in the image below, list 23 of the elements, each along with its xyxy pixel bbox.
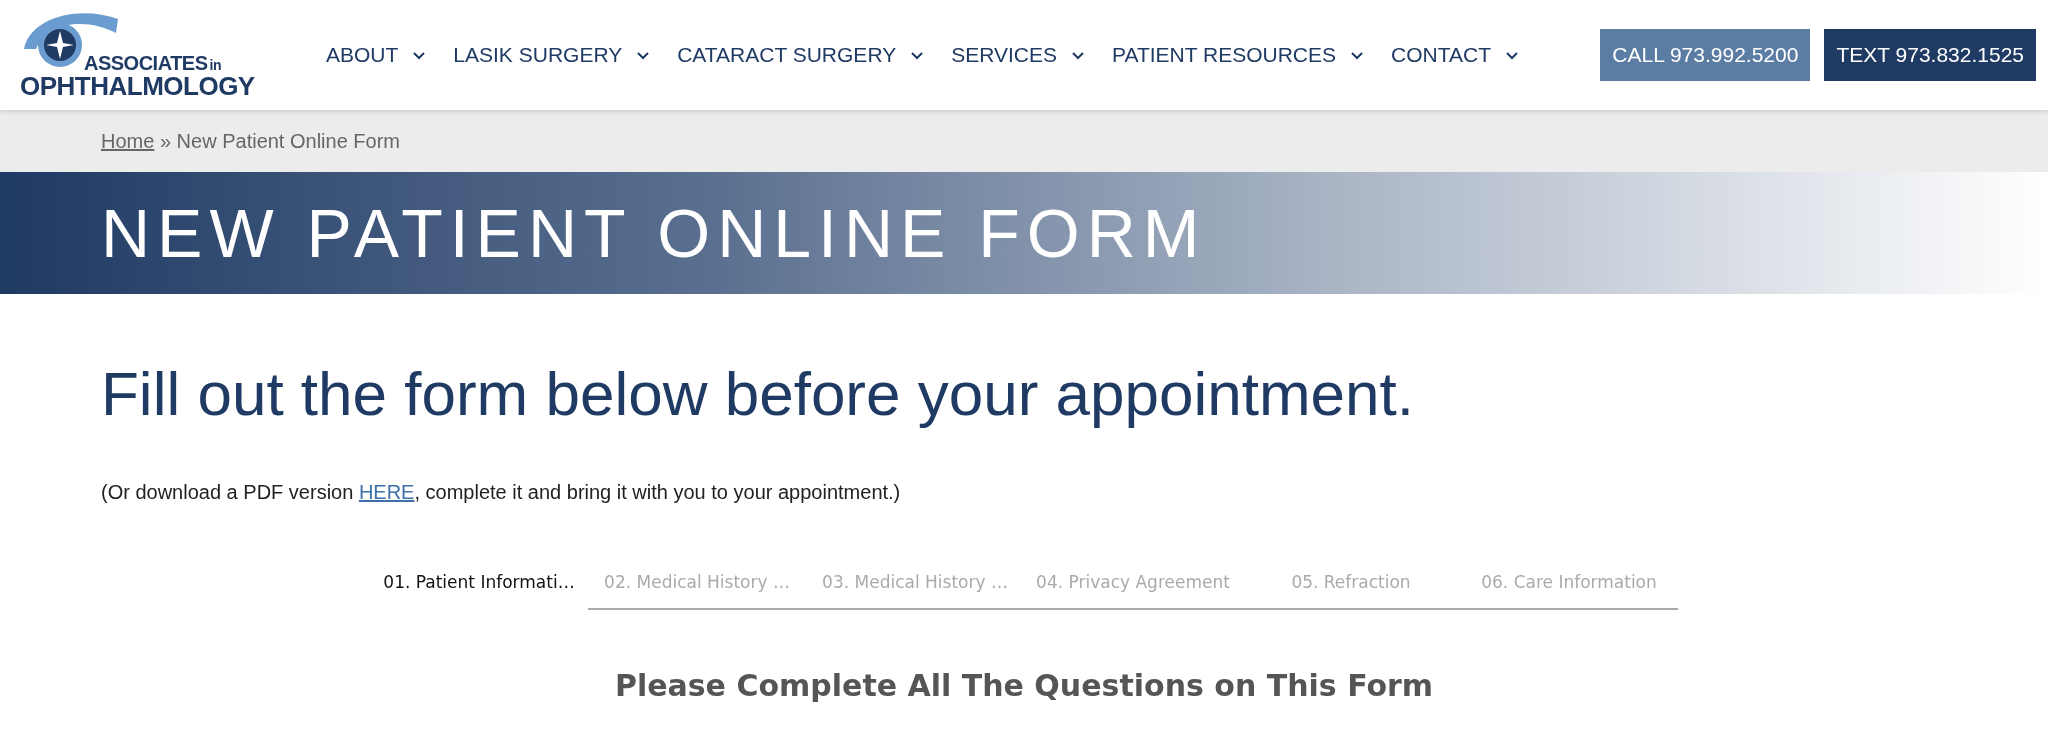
- caret-icon: [1071, 50, 1085, 60]
- caret-icon: [910, 50, 925, 60]
- breadcrumb-link[interactable]: Home: [101, 129, 155, 152]
- nav-link[interactable]: CONTACT: [1391, 43, 1519, 67]
- heading: Fill out the form below before your appointment.: [101, 358, 1416, 429]
- intro-text: (Or download a PDF version HERE, complete it and bring it with you to your appointment.): [101, 481, 902, 504]
- caret-icon: [1350, 50, 1365, 60]
- caret-icon: [636, 50, 651, 60]
- nav-link[interactable]: CATARACT SURGERY: [677, 43, 925, 67]
- page-title: NEW PATIENT ONLINE FORM: [101, 194, 1207, 272]
- logo-text: OPHTHALMOLOGY: [20, 73, 255, 99]
- text-button[interactable]: TEXT 973.832.1525: [1824, 29, 2036, 81]
- nav-link[interactable]: ABOUT: [326, 43, 427, 67]
- caret-icon: [412, 50, 427, 60]
- caret-icon: [1505, 50, 1519, 60]
- call-button[interactable]: CALL 973.992.5200: [1600, 29, 1811, 81]
- logo-text: ASSOCIATESin: [84, 53, 221, 73]
- step-tab[interactable]: 01. Patient Informati…: [370, 572, 588, 610]
- nav-link[interactable]: SERVICES: [951, 43, 1085, 67]
- breadcrumb: Home » New Patient Online Form: [101, 129, 400, 153]
- nav-link[interactable]: PATIENT RESOURCES: [1112, 43, 1365, 67]
- form-title: Please Complete All The Questions on This Form: [613, 668, 1435, 703]
- nav-link[interactable]: LASIK SURGERY: [453, 43, 651, 67]
